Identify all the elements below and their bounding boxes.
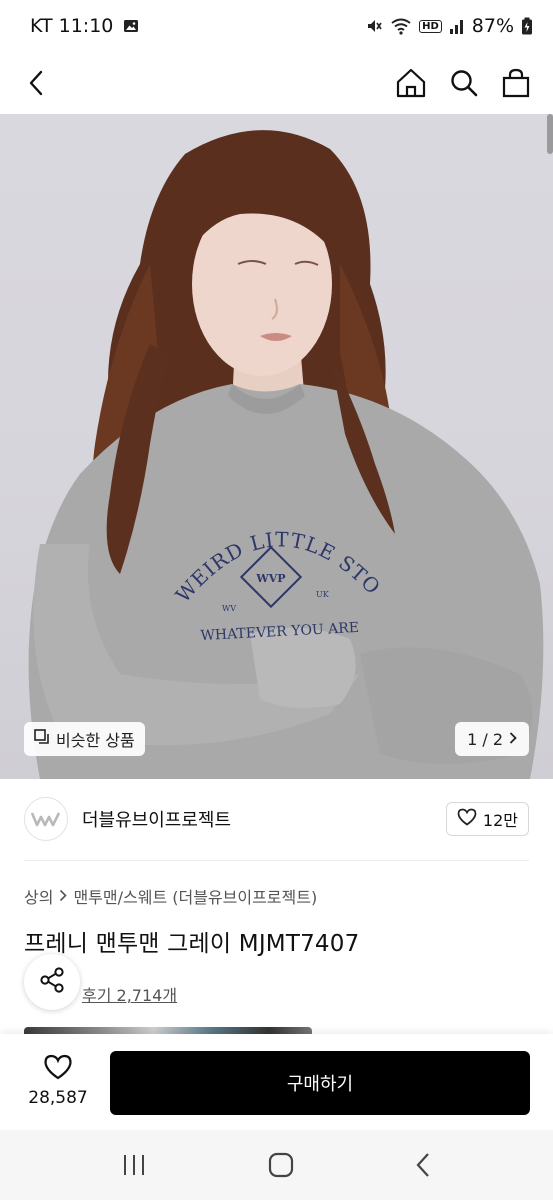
- sweatshirt-right-text: UK: [316, 590, 330, 599]
- share-icon: [38, 966, 66, 998]
- gallery-notification-icon: [123, 18, 139, 34]
- product-title: 프레니 맨투맨 그레이 MJMT7407: [24, 931, 360, 957]
- breadcrumb-subcategory[interactable]: 맨투맨/스웨트 (더블유브이프로젝트): [73, 884, 317, 908]
- brand-row[interactable]: 더블유브이프로젝트 12만: [24, 794, 529, 844]
- model-photo: WEIRD LITTLE STORES WVP WV UK WHATEVER Y…: [0, 114, 544, 779]
- cart-icon[interactable]: [501, 67, 531, 99]
- divider: [24, 860, 529, 861]
- wishlist-count: 28,587: [28, 1088, 88, 1108]
- heart-icon: [457, 808, 477, 830]
- breadcrumb: 상의 맨투맨/스웨트 (더블유브이프로젝트): [24, 884, 317, 908]
- share-button[interactable]: [24, 954, 80, 1010]
- brand-like-button[interactable]: 12만: [445, 802, 529, 836]
- status-bar: KT 11:10 HD 87%: [0, 0, 553, 52]
- chevron-right-icon: [59, 887, 68, 906]
- image-pager[interactable]: 1 / 2: [455, 722, 529, 756]
- brand-name[interactable]: 더블유브이프로젝트: [82, 806, 231, 832]
- reviews-link[interactable]: 후기 2,714개: [82, 982, 177, 1006]
- pager-text: 1 / 2: [467, 729, 503, 749]
- heart-icon: [43, 1054, 73, 1084]
- brand-like-count: 12만: [482, 811, 518, 830]
- recent-apps-icon[interactable]: [121, 1153, 147, 1177]
- similar-label: 비슷한 상품: [56, 731, 135, 750]
- sweatshirt-badge-text: WVP: [255, 572, 285, 585]
- product-image[interactable]: WEIRD LITTLE STORES WVP WV UK WHATEVER Y…: [0, 114, 553, 779]
- mute-icon: [365, 17, 383, 35]
- buy-button[interactable]: 구매하기: [110, 1051, 530, 1115]
- wifi-icon: [390, 17, 412, 35]
- wishlist-button[interactable]: 28,587: [24, 1054, 92, 1108]
- home-icon[interactable]: [395, 67, 427, 99]
- product-detail-page: KT 11:10 HD 87% WEIRD LITTLE STO WVP WV …: [0, 0, 553, 1200]
- back-icon[interactable]: [26, 69, 46, 97]
- top-nav: [0, 52, 553, 114]
- carrier-time: KT 11:10: [30, 15, 114, 37]
- chevron-right-icon: [509, 730, 517, 749]
- scroll-indicator: [547, 114, 553, 154]
- similar-products-button[interactable]: 비슷한 상품: [24, 722, 145, 756]
- battery-percent: 87%: [471, 15, 514, 37]
- hd-badge: HD: [419, 19, 442, 33]
- battery-icon: [521, 17, 533, 35]
- brand-logo[interactable]: [24, 797, 68, 841]
- purchase-bar: 28,587 구매하기: [0, 1034, 553, 1130]
- system-back-icon[interactable]: [415, 1152, 433, 1178]
- breadcrumb-category[interactable]: 상의: [24, 884, 53, 908]
- search-icon[interactable]: [449, 68, 479, 98]
- signal-icon: [449, 17, 465, 35]
- home-button-icon[interactable]: [268, 1152, 294, 1178]
- sweatshirt-left-text: WV: [222, 604, 236, 613]
- similar-icon: [34, 729, 50, 749]
- system-nav-bar: [0, 1130, 553, 1200]
